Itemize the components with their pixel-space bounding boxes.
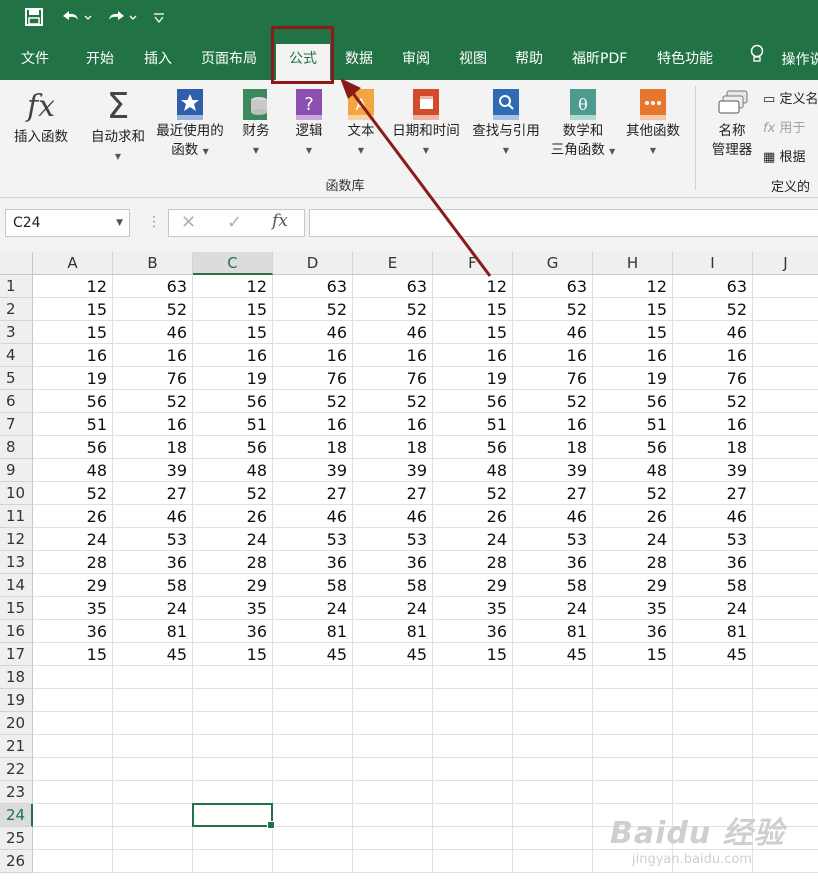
baidu-watermark: Baidu 经验 jingyan.baidu.com <box>610 816 785 867</box>
callout-arrow <box>340 78 492 277</box>
